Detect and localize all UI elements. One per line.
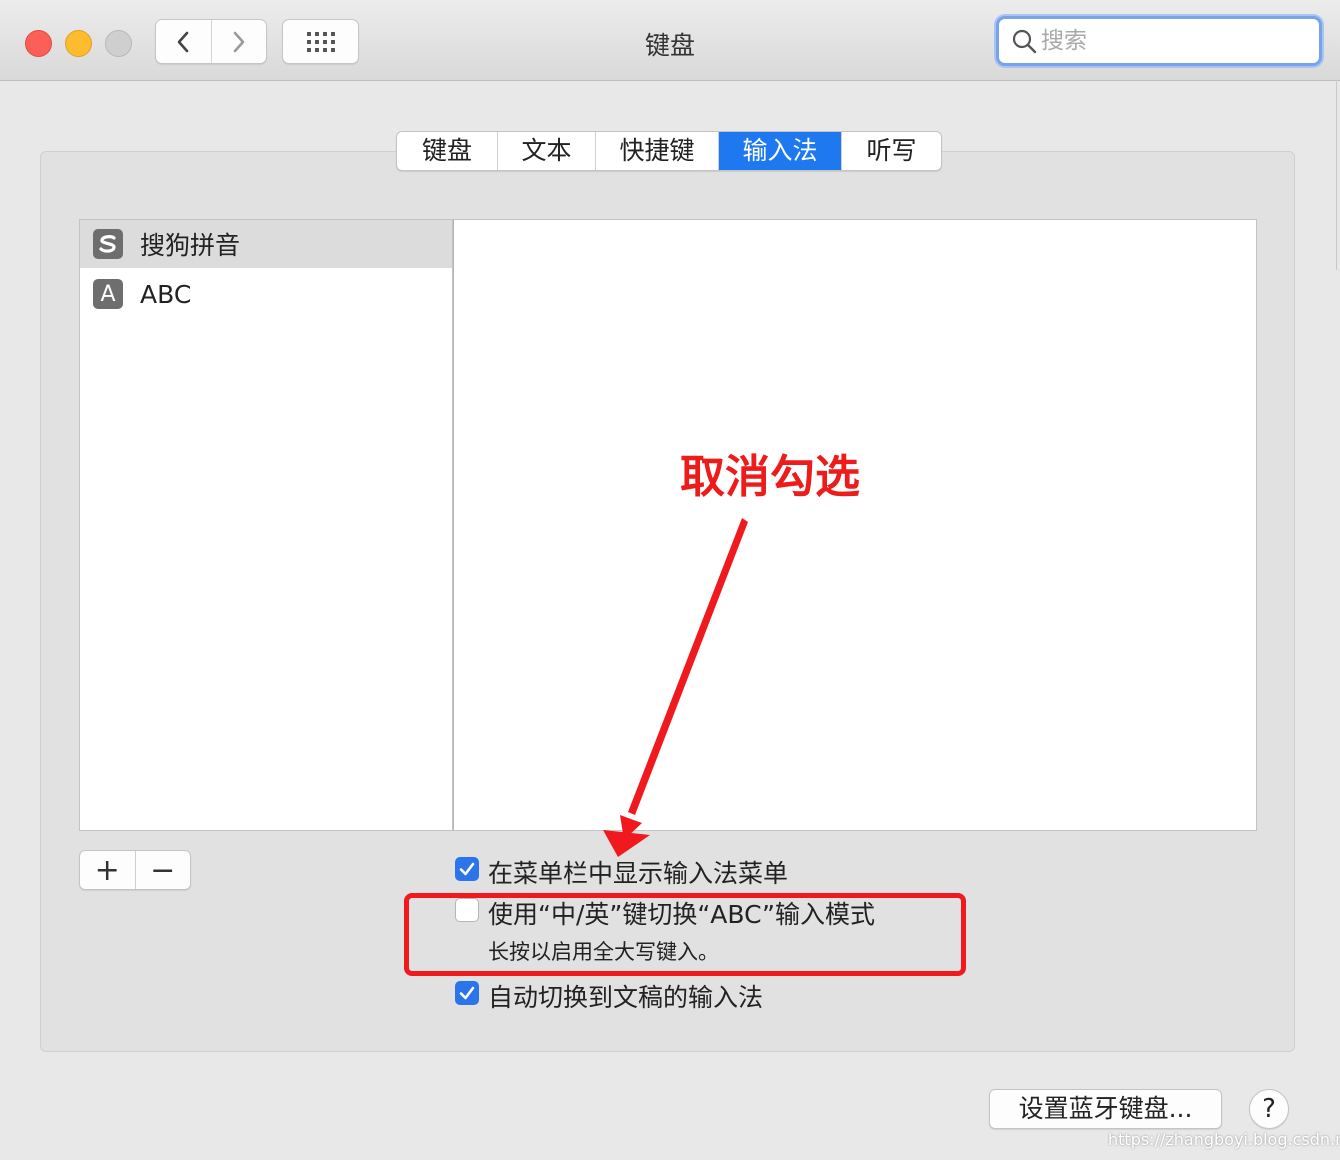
close-window-button[interactable] <box>25 30 52 57</box>
add-remove-group: + − <box>79 850 191 890</box>
abc-icon: A <box>93 279 123 309</box>
search-input[interactable] <box>1039 27 1303 55</box>
grid-icon <box>306 31 335 52</box>
highlight-box <box>404 893 966 976</box>
tab-text[interactable]: 文本 <box>497 132 595 170</box>
chevron-right-icon <box>233 31 245 52</box>
help-button[interactable]: ? <box>1249 1089 1289 1129</box>
auto-switch-label: 自动切换到文稿的输入法 <box>488 983 764 1012</box>
red-arrow-icon <box>603 518 748 857</box>
title-bar: 键盘 <box>0 0 1340 81</box>
list-item-abc[interactable]: A ABC <box>80 270 452 318</box>
annotation-label: 取消勾选 <box>679 450 860 503</box>
input-source-list[interactable]: 搜狗拼音 A ABC <box>79 219 453 831</box>
show-menu-checkbox[interactable] <box>455 857 479 881</box>
list-item-label: ABC <box>140 279 192 309</box>
tab-bar: 键盘 文本 快捷键 输入法 听写 <box>396 131 942 171</box>
remove-input-source-button[interactable]: − <box>134 851 191 889</box>
show-all-button[interactable] <box>282 19 359 64</box>
chevron-left-icon <box>177 31 189 52</box>
back-button[interactable] <box>156 20 211 63</box>
checkmark-icon <box>459 862 475 876</box>
forward-button[interactable] <box>210 20 267 63</box>
input-source-detail-pane <box>453 219 1257 831</box>
checkmark-icon <box>459 986 475 1000</box>
tab-dictation[interactable]: 听写 <box>841 132 941 170</box>
list-item-label: 搜狗拼音 <box>140 231 241 260</box>
window-edge <box>1336 80 1340 270</box>
sogou-icon <box>93 229 123 259</box>
search-icon <box>1012 29 1037 54</box>
watermark: https://zhangboyi.blog.csdn.net <box>1108 1130 1340 1149</box>
minimize-window-button[interactable] <box>65 30 92 57</box>
tab-input-sources[interactable]: 输入法 <box>718 132 841 170</box>
zoom-window-button[interactable] <box>105 30 132 57</box>
setup-bluetooth-keyboard-button[interactable]: 设置蓝牙键盘... <box>989 1089 1222 1129</box>
auto-switch-checkbox[interactable] <box>455 981 479 1005</box>
list-item-sogou[interactable]: 搜狗拼音 <box>80 220 452 268</box>
back-forward-group <box>155 19 267 64</box>
search-field[interactable] <box>996 16 1322 66</box>
window-title: 键盘 <box>644 31 695 60</box>
add-input-source-button[interactable]: + <box>80 851 135 889</box>
tab-shortcuts[interactable]: 快捷键 <box>595 132 718 170</box>
tab-keyboard[interactable]: 键盘 <box>397 132 497 170</box>
